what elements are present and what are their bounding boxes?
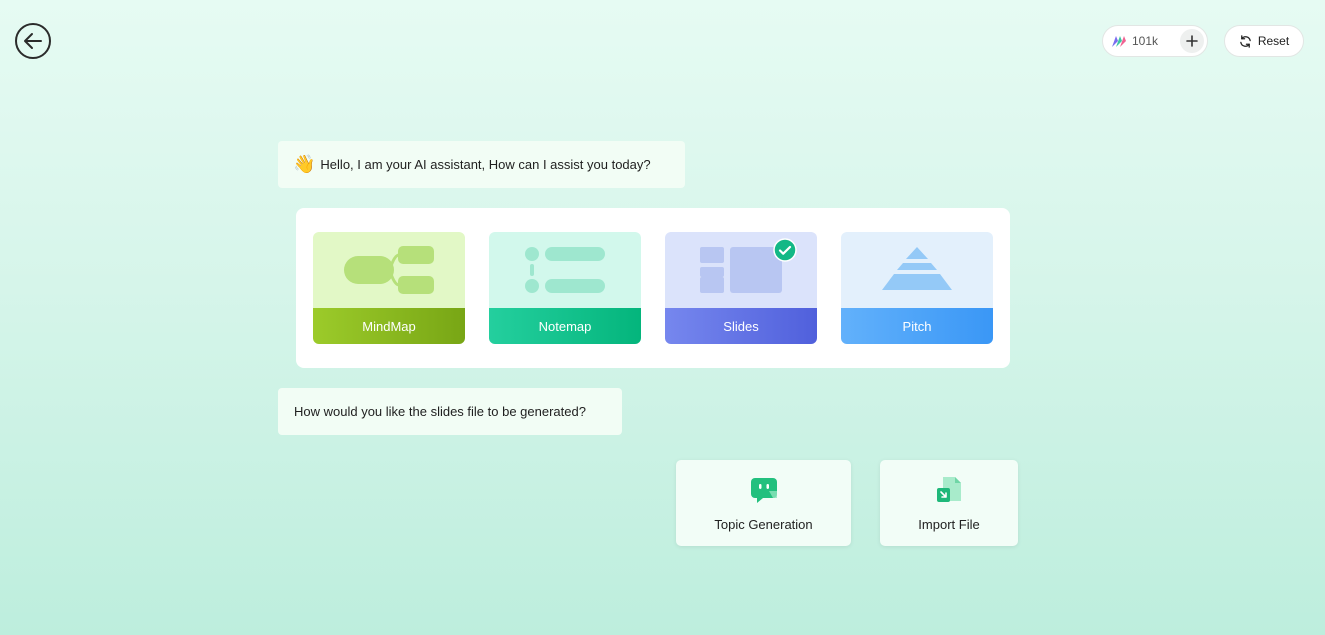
type-label-pitch: Pitch [841,308,993,344]
waving-hand-icon: 👋 [293,154,316,174]
type-card-slides[interactable]: Slides [665,232,817,344]
assistant-question-bubble: How would you like the slides file to be… [278,388,622,435]
type-card-pitch[interactable]: Pitch [841,232,993,344]
brand-logo-icon [1112,36,1126,47]
arrow-left-icon [24,33,42,49]
notemap-icon [525,247,605,293]
import-file-label: Import File [918,517,980,532]
credits-count: 101k [1132,34,1159,48]
type-card-notemap[interactable]: Notemap [489,232,641,344]
reset-button[interactable]: Reset [1224,25,1304,57]
type-label-mindmap: MindMap [313,308,465,344]
plus-icon [1186,35,1198,47]
reset-label: Reset [1257,34,1290,48]
mindmap-icon [344,246,434,294]
assistant-greeting-bubble: 👋 Hello, I am your AI assistant, How can… [278,141,685,188]
import-file-icon [937,477,961,502]
question-text: How would you like the slides file to be… [294,404,586,419]
type-card-mindmap[interactable]: MindMap [313,232,465,344]
greeting-text: Hello, I am your AI assistant, How can I… [320,157,651,172]
topic-generation-button[interactable]: Topic Generation [676,460,851,546]
pitch-icon [882,247,952,290]
back-button[interactable] [15,23,51,59]
topic-generation-label: Topic Generation [714,517,813,532]
add-credits-button[interactable] [1180,29,1204,53]
type-label-notemap: Notemap [489,308,641,344]
chat-bot-icon [750,478,777,503]
credits-widget[interactable]: 101k [1102,25,1208,57]
import-file-button[interactable]: Import File [880,460,1018,546]
type-label-slides: Slides [665,308,817,344]
document-type-panel: MindMap Notemap Slides Pitch [296,208,1010,368]
refresh-icon [1240,34,1251,48]
check-circle-icon [773,238,797,262]
